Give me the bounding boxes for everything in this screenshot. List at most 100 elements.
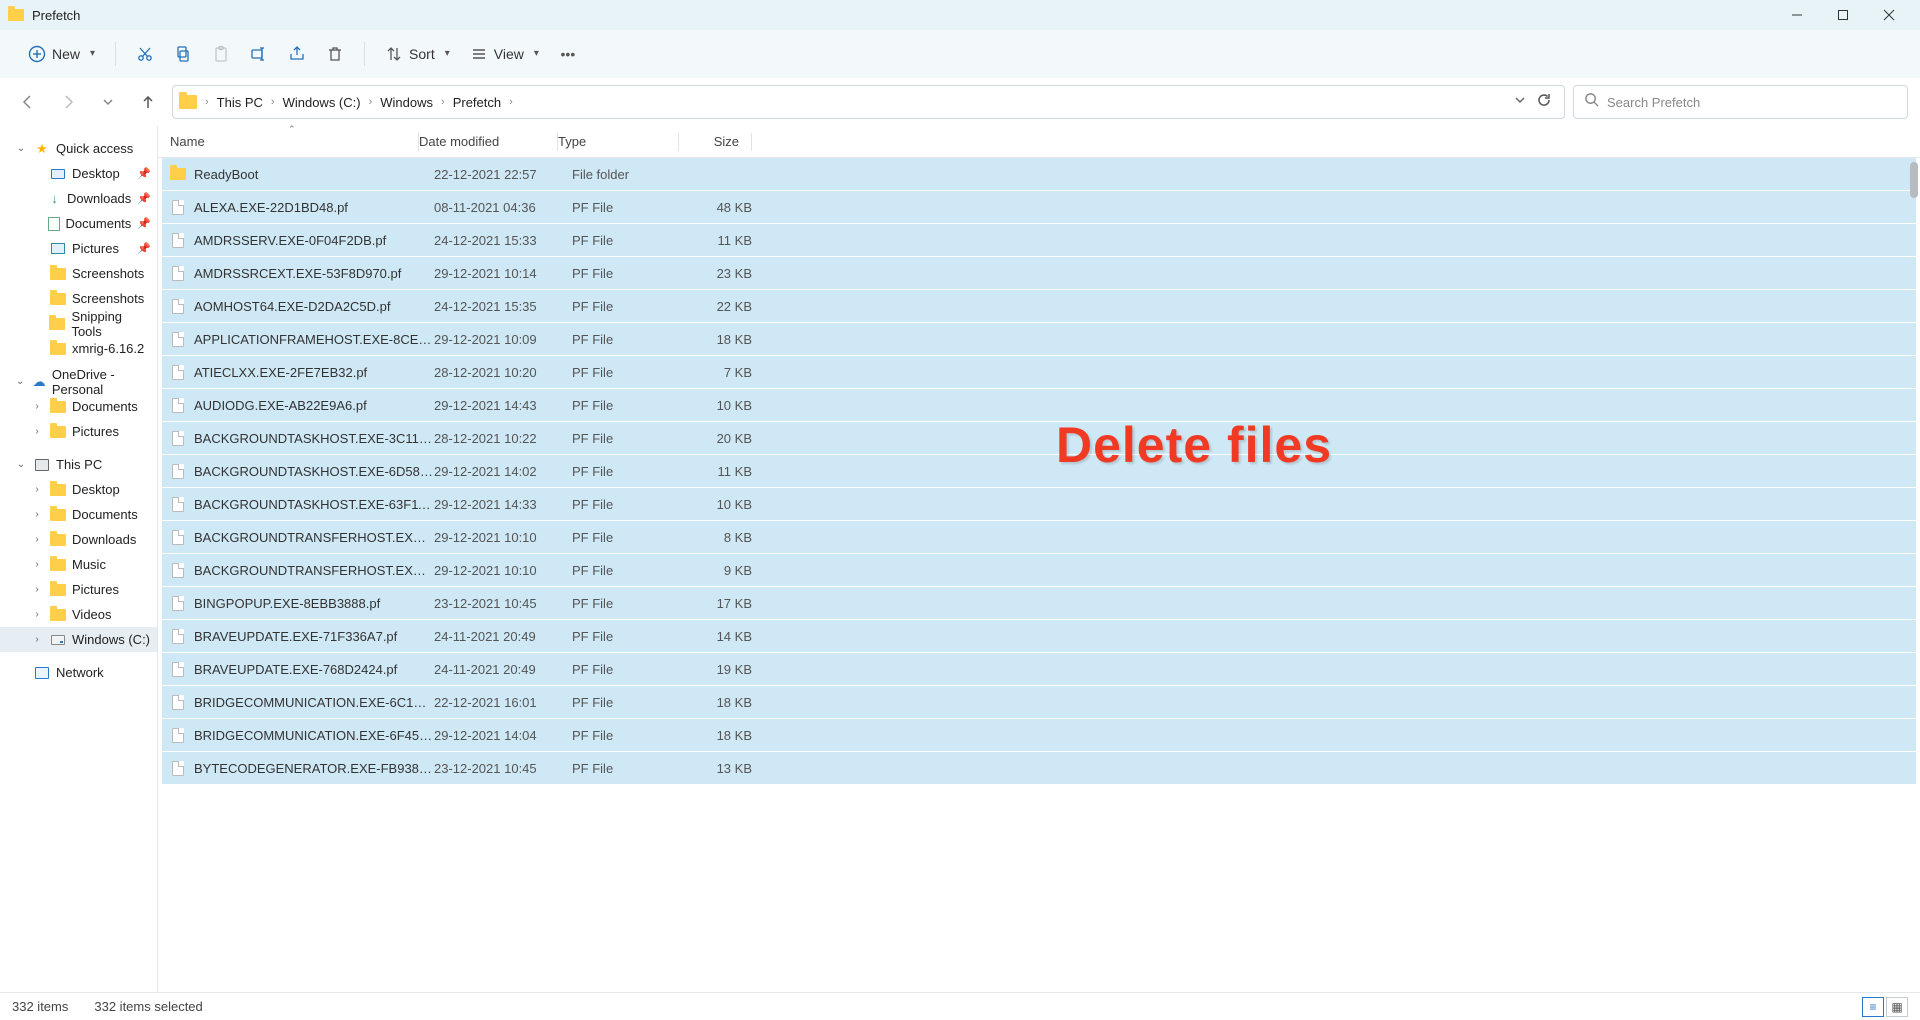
sidebar-item[interactable]: ·xmrig-6.16.2 [0, 336, 157, 361]
sidebar-item[interactable]: ·Desktop📌 [0, 161, 157, 186]
search-box[interactable] [1573, 85, 1908, 119]
back-button[interactable] [12, 86, 44, 118]
icons-view-button[interactable]: ▦ [1886, 997, 1908, 1017]
up-button[interactable] [132, 86, 164, 118]
delete-button[interactable] [316, 39, 354, 69]
chevron-right-icon: › [32, 609, 42, 620]
file-date: 24-11-2021 20:49 [434, 662, 572, 677]
file-row[interactable]: BRIDGECOMMUNICATION.EXE-6C1D9F2...22-12-… [162, 686, 1916, 718]
breadcrumb-item[interactable]: Windows [376, 93, 437, 112]
sidebar-item[interactable]: ·Pictures📌 [0, 236, 157, 261]
breadcrumb-item[interactable]: This PC [213, 93, 267, 112]
file-date: 28-12-2021 10:22 [434, 431, 572, 446]
file-row[interactable]: ATIECLXX.EXE-2FE7EB32.pf28-12-2021 10:20… [162, 356, 1916, 388]
file-row[interactable]: APPLICATIONFRAMEHOST.EXE-8CE9A1E...29-12… [162, 323, 1916, 355]
more-button[interactable]: ••• [549, 39, 587, 69]
paste-button[interactable] [202, 39, 240, 69]
sidebar-item[interactable]: ›Pictures [0, 419, 157, 444]
file-size: 13 KB [692, 761, 764, 776]
file-size: 11 KB [692, 233, 764, 248]
file-row[interactable]: BINGPOPUP.EXE-8EBB3888.pf23-12-2021 10:4… [162, 587, 1916, 619]
recent-button[interactable] [92, 86, 124, 118]
file-row[interactable]: BACKGROUNDTASKHOST.EXE-3C1130BD...28-12-… [162, 422, 1916, 454]
file-row[interactable]: ReadyBoot22-12-2021 22:57File folder [162, 158, 1916, 190]
file-icon [170, 199, 186, 215]
sidebar-network[interactable]: › Network [0, 660, 157, 685]
folder-icon [8, 9, 24, 21]
refresh-icon[interactable] [1536, 92, 1552, 113]
file-icon [170, 760, 186, 776]
file-row[interactable]: AOMHOST64.EXE-D2DA2C5D.pf24-12-2021 15:3… [162, 290, 1916, 322]
sidebar-item[interactable]: ·Documents📌 [0, 211, 157, 236]
file-row[interactable]: BYTECODEGENERATOR.EXE-FB938A53.pf23-12-2… [162, 752, 1916, 784]
minimize-button[interactable] [1774, 0, 1820, 30]
file-row[interactable]: BRAVEUPDATE.EXE-768D2424.pf24-11-2021 20… [162, 653, 1916, 685]
column-name[interactable]: Name [170, 134, 418, 149]
separator [751, 133, 752, 151]
window-title: Prefetch [32, 8, 80, 23]
file-icon [170, 364, 186, 380]
file-row[interactable]: AMDRSSERV.EXE-0F04F2DB.pf24-12-2021 15:3… [162, 224, 1916, 256]
sort-button[interactable]: Sort ▾ [375, 39, 460, 69]
file-date: 29-12-2021 14:33 [434, 497, 572, 512]
column-type[interactable]: Type [558, 134, 678, 149]
share-button[interactable] [278, 39, 316, 69]
sidebar-item[interactable]: ›Desktop [0, 477, 157, 502]
sidebar-quick-access[interactable]: ⌄ ★ Quick access [0, 136, 157, 161]
copy-button[interactable] [164, 39, 202, 69]
chevron-right-icon: › [32, 559, 42, 570]
chevron-right-icon: › [439, 96, 447, 108]
search-input[interactable] [1607, 95, 1897, 110]
file-row[interactable]: AMDRSSRCEXT.EXE-53F8D970.pf29-12-2021 10… [162, 257, 1916, 289]
sidebar-item[interactable]: ›Videos [0, 602, 157, 627]
close-button[interactable] [1866, 0, 1912, 30]
file-name: BRIDGECOMMUNICATION.EXE-6C1D9F2... [194, 695, 434, 710]
cloud-icon: ☁ [32, 374, 45, 390]
sidebar-item[interactable]: ›Windows (C:) [0, 627, 157, 652]
sidebar-item[interactable]: ·Screenshots [0, 286, 157, 311]
details-view-button[interactable]: ≡ [1862, 997, 1884, 1017]
chevron-down-icon[interactable] [1514, 93, 1526, 111]
sidebar-item-label: Downloads [67, 191, 131, 206]
forward-button[interactable] [52, 86, 84, 118]
address-bar[interactable]: › This PC › Windows (C:) › Windows › Pre… [172, 85, 1565, 119]
file-date: 29-12-2021 10:14 [434, 266, 572, 281]
sidebar-thispc[interactable]: ⌄ This PC [0, 452, 157, 477]
file-pane: ⌃ Name Date modified Type Size ReadyBoot… [158, 126, 1920, 992]
column-size[interactable]: Size [679, 134, 751, 149]
sidebar-onedrive[interactable]: ⌄ ☁ OneDrive - Personal [0, 369, 157, 394]
sidebar-item[interactable]: ›Pictures [0, 577, 157, 602]
breadcrumb-item[interactable]: Prefetch [449, 93, 505, 112]
file-row[interactable]: BACKGROUNDTRANSFERHOST.EXE-1A4...29-12-2… [162, 521, 1916, 553]
file-date: 08-11-2021 04:36 [434, 200, 572, 215]
sidebar-item[interactable]: ·↓Downloads📌 [0, 186, 157, 211]
sidebar-item[interactable]: ›Downloads [0, 527, 157, 552]
sidebar-item[interactable]: ›Documents [0, 502, 157, 527]
scrollbar-thumb[interactable] [1910, 162, 1918, 198]
new-button[interactable]: New ▾ [18, 39, 105, 69]
rename-button[interactable] [240, 39, 278, 69]
breadcrumb-item[interactable]: Windows (C:) [279, 93, 365, 112]
view-button[interactable]: View ▾ [460, 39, 549, 69]
trash-icon [326, 45, 344, 63]
column-date[interactable]: Date modified [419, 134, 557, 149]
file-type: PF File [572, 299, 692, 314]
paste-icon [212, 45, 230, 63]
file-row[interactable]: BACKGROUNDTRANSFERHOST.EXE-DB3...29-12-2… [162, 554, 1916, 586]
file-row[interactable]: ALEXA.EXE-22D1BD48.pf08-11-2021 04:36PF … [162, 191, 1916, 223]
file-row[interactable]: BACKGROUNDTASKHOST.EXE-63F11000...29-12-… [162, 488, 1916, 520]
sidebar-item[interactable]: ·Snipping Tools [0, 311, 157, 336]
file-row[interactable]: BRIDGECOMMUNICATION.EXE-6F450931...29-12… [162, 719, 1916, 751]
file-row[interactable]: BACKGROUNDTASKHOST.EXE-6D58042C...29-12-… [162, 455, 1916, 487]
file-row[interactable]: AUDIODG.EXE-AB22E9A6.pf29-12-2021 14:43P… [162, 389, 1916, 421]
sidebar-item[interactable]: ·Screenshots [0, 261, 157, 286]
item-icon [50, 607, 66, 623]
sort-icon [385, 45, 403, 63]
sidebar-item[interactable]: ›Music [0, 552, 157, 577]
sidebar-item[interactable]: ›Documents [0, 394, 157, 419]
sidebar-label: This PC [56, 457, 102, 472]
file-row[interactable]: BRAVEUPDATE.EXE-71F336A7.pf24-11-2021 20… [162, 620, 1916, 652]
cut-button[interactable] [126, 39, 164, 69]
maximize-button[interactable] [1820, 0, 1866, 30]
sidebar-item-label: Screenshots [72, 291, 144, 306]
